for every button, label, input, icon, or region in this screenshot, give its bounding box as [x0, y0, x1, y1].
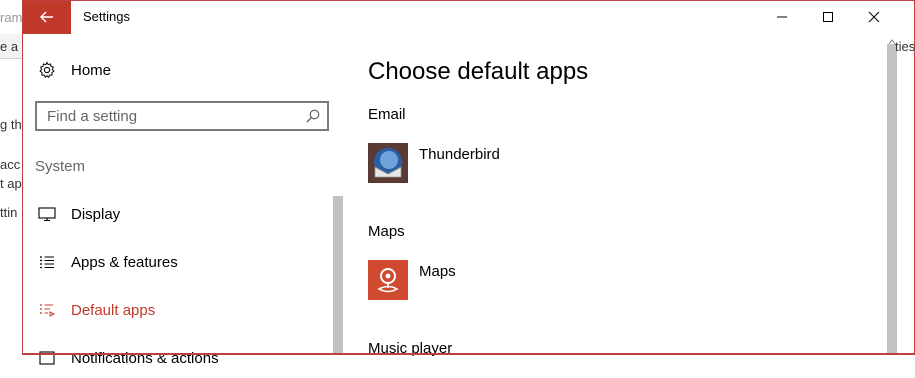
- background-text-fragment: t ap: [0, 176, 22, 191]
- search-field[interactable]: [35, 101, 329, 131]
- maximize-icon: [823, 12, 833, 22]
- notifications-icon: [37, 348, 57, 368]
- minimize-button[interactable]: [759, 0, 805, 34]
- maps-icon: [368, 260, 408, 300]
- settings-window: Settings Home Find a setting System Disp…: [22, 0, 915, 367]
- maximize-button[interactable]: [805, 0, 851, 34]
- minimize-icon: [777, 16, 787, 18]
- title-bar: Settings: [23, 0, 914, 34]
- background-text-fragment: ties: [895, 39, 915, 54]
- sidebar-item-home[interactable]: Home: [23, 50, 323, 90]
- back-arrow-icon: [40, 11, 53, 23]
- monitor-icon: [37, 204, 57, 224]
- app-name: Maps: [419, 263, 456, 280]
- main-content: Choose default apps Email Thunderbird Ma…: [368, 34, 888, 357]
- sidebar-item-apps-features[interactable]: Apps & features: [23, 242, 323, 282]
- sidebar-scrollbar[interactable]: [333, 196, 343, 355]
- sidebar-item-label: Home: [71, 61, 112, 79]
- background-text-fragment: g th: [0, 117, 22, 132]
- sidebar-item-label: Default apps: [71, 301, 156, 319]
- search-icon[interactable]: [305, 108, 321, 124]
- close-button[interactable]: [851, 0, 897, 34]
- gear-icon: [37, 60, 57, 80]
- back-button[interactable]: [23, 0, 71, 34]
- background-text-fragment: ram: [0, 10, 23, 25]
- default-app-email-button[interactable]: Thunderbird: [368, 142, 568, 184]
- default-app-maps-button[interactable]: Maps: [368, 259, 568, 301]
- app-name: Thunderbird: [419, 146, 500, 163]
- page-title: Choose default apps: [368, 58, 589, 85]
- window-title: Settings: [83, 9, 130, 24]
- thunderbird-icon: [368, 143, 408, 183]
- main-scrollbar[interactable]: [887, 44, 897, 355]
- search-input[interactable]: [47, 107, 287, 125]
- sidebar-item-label: Display: [71, 205, 121, 223]
- category-label-maps: Maps: [368, 223, 405, 240]
- background-text-fragment: acc: [0, 157, 21, 172]
- list-icon: [37, 252, 57, 272]
- window-border: [22, 0, 915, 1]
- close-icon: [868, 11, 880, 23]
- section-label: System: [35, 158, 86, 175]
- sidebar-item-notifications[interactable]: Notifications & actions: [23, 338, 323, 378]
- sidebar-item-default-apps[interactable]: Default apps: [23, 290, 323, 330]
- sidebar-item-label: Apps & features: [71, 253, 178, 271]
- default-apps-icon: [37, 300, 57, 320]
- sidebar-item-display[interactable]: Display: [23, 194, 323, 234]
- category-label-email: Email: [368, 106, 406, 123]
- background-text-fragment: ttin: [0, 205, 18, 220]
- sidebar: Home System Display: [23, 34, 344, 367]
